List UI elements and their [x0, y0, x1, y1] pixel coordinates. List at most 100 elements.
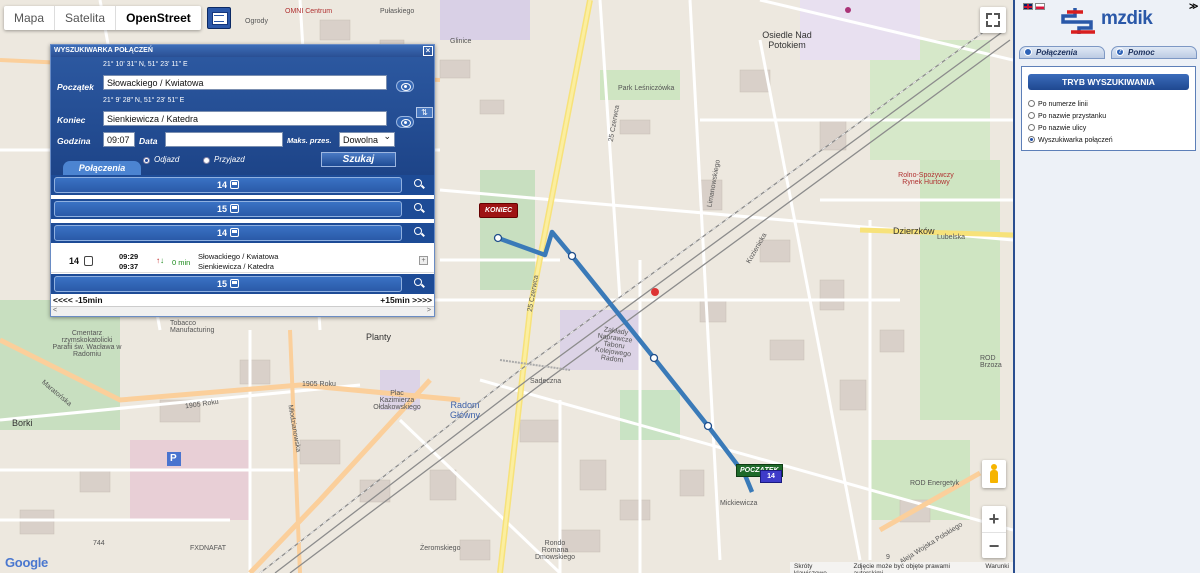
map-canvas[interactable]: OMNI Centrum Ogrody Pułaskiego Osiedle N…: [0, 0, 1013, 573]
mode-option-line[interactable]: Po numerze linii: [1028, 100, 1088, 108]
radio-button[interactable]: [1028, 100, 1035, 107]
tab-connections[interactable]: Połączenia: [63, 161, 141, 175]
show-end-eye-icon[interactable]: [396, 116, 414, 128]
result-line: 14: [216, 180, 227, 190]
search-mode-box: TRYB WYSZUKIWANIA Po numerze linii Po na…: [1021, 66, 1196, 151]
tab-connections-panel[interactable]: Połączenia: [1019, 46, 1105, 59]
mode-label: Po nazwie przystanku: [1038, 113, 1107, 120]
result-line: 14: [216, 228, 227, 238]
magnifier-icon[interactable]: [414, 227, 422, 235]
start-label: Początek: [57, 82, 94, 92]
side-panel: ≫ mzdik Połączenia ? Pomoc TRYB WYSZUKIWA…: [1013, 0, 1200, 573]
result-row[interactable]: 14: [51, 175, 434, 195]
radio-arrive-label: Przyjazd: [214, 155, 245, 164]
result-line: 15: [216, 204, 227, 214]
bus-icon: [230, 204, 239, 213]
map-attribution: Skróty klawiszowe Zdjęcie może być objęt…: [790, 562, 1013, 573]
polish-flag-icon[interactable]: [1035, 3, 1045, 10]
arrival-time: 09:37: [119, 262, 139, 271]
terms-link[interactable]: Warunki: [985, 563, 1009, 572]
transfer-arrows-icon: ↑↓: [156, 256, 164, 265]
end-input[interactable]: Sienkiewicza / Katedra: [103, 111, 387, 126]
departure-time: 09:29: [119, 252, 139, 261]
show-start-eye-icon[interactable]: [396, 80, 414, 92]
start-coordinates: 21° 10' 31" N, 51° 23' 11" E: [103, 61, 188, 68]
google-logo: Google: [5, 555, 48, 570]
time-input[interactable]: 09:07: [103, 132, 135, 147]
tab-help[interactable]: ? Pomoc: [1111, 46, 1197, 59]
result-bar[interactable]: 15: [54, 276, 402, 292]
prev-15min-link[interactable]: <<<< -15min: [53, 295, 103, 305]
bus-icon: [230, 180, 239, 189]
swap-icon[interactable]: ⇅: [416, 107, 433, 118]
english-flag-icon[interactable]: [1023, 3, 1033, 10]
results-list: 14 15 14 14 09:29 09:37 ↑↓ 0 min Słowack…: [51, 175, 434, 295]
result-line: 15: [216, 279, 227, 289]
fullscreen-icon[interactable]: [980, 7, 1006, 33]
keyboard-shortcuts-link[interactable]: Skróty klawiszowe: [794, 563, 845, 573]
language-switcher: [1023, 3, 1045, 10]
start-input[interactable]: Słowackiego / Kwiatowa: [103, 75, 387, 90]
result-row[interactable]: 14: [51, 223, 434, 243]
detail-line: 14: [69, 256, 80, 266]
date-input[interactable]: [165, 132, 283, 147]
time-label: Godzina: [57, 136, 91, 146]
radio-depart[interactable]: [143, 157, 150, 164]
search-mode-title: TRYB WYSZUKIWANIA: [1028, 74, 1189, 90]
zoom-control: + −: [982, 506, 1006, 558]
window-title-bar[interactable]: WYSZUKIWARKA POŁĄCZEŃ ×: [51, 45, 434, 57]
timetable-icon[interactable]: [207, 7, 231, 29]
map-type-satelita[interactable]: Satelita: [54, 6, 115, 30]
result-bar[interactable]: 14: [54, 177, 402, 193]
radio-button[interactable]: [1028, 136, 1035, 143]
mode-option-street[interactable]: Po nazwie ulicy: [1028, 124, 1086, 132]
radio-button[interactable]: [1028, 124, 1035, 131]
date-label: Data: [139, 136, 158, 146]
zoom-in-button[interactable]: +: [982, 506, 1006, 532]
zoom-out-button[interactable]: −: [982, 532, 1006, 558]
connections-icon: [1024, 48, 1032, 56]
search-button[interactable]: Szukaj: [321, 152, 396, 167]
end-marker[interactable]: KONIEC: [479, 203, 519, 218]
paging: <<<< -15min +15min >>>>: [51, 295, 434, 305]
bus-stop-marker[interactable]: 14: [760, 470, 782, 483]
street-view-pegman-icon[interactable]: [982, 460, 1006, 488]
magnifier-icon[interactable]: [414, 278, 422, 286]
end-coordinates: 21° 9' 28" N, 51° 23' 51" E: [103, 97, 185, 104]
result-bar[interactable]: 14: [54, 225, 402, 241]
panel-tabs: Połączenia ? Pomoc: [1019, 46, 1197, 59]
map-type-openstreet[interactable]: OpenStreet: [115, 6, 201, 30]
max-transfers-label: Maks. przes.: [287, 136, 332, 145]
mode-label: Wyszukiwarka połączeń: [1038, 137, 1113, 144]
help-icon: ?: [1116, 48, 1124, 56]
end-label: Koniec: [57, 115, 86, 125]
scroll-left-icon[interactable]: <: [53, 307, 57, 314]
search-form: 21° 10' 31" N, 51° 23' 11" E Początek Sł…: [51, 57, 434, 175]
mode-label: Po nazwie ulicy: [1038, 125, 1087, 132]
horizontal-scrollbar[interactable]: < >: [51, 306, 434, 316]
result-bar[interactable]: 15: [54, 201, 402, 217]
collapse-panel-icon[interactable]: ≫: [1189, 1, 1198, 12]
map-type-mapa[interactable]: Mapa: [4, 6, 54, 30]
radio-depart-label: Odjazd: [154, 155, 180, 164]
tab-label: Pomoc: [1128, 48, 1155, 57]
connection-search-window: WYSZUKIWARKA POŁĄCZEŃ × 21° 10' 31" N, 5…: [50, 44, 435, 317]
magnifier-icon[interactable]: [414, 179, 422, 187]
mode-option-connections[interactable]: Wyszukiwarka połączeń: [1028, 136, 1113, 144]
radio-button[interactable]: [1028, 112, 1035, 119]
mode-option-stop[interactable]: Po nazwie przystanku: [1028, 112, 1106, 120]
result-row[interactable]: 15: [51, 274, 434, 294]
magnifier-icon[interactable]: [414, 203, 422, 211]
expand-button[interactable]: +: [419, 256, 428, 265]
close-icon[interactable]: ×: [423, 46, 433, 56]
next-15min-link[interactable]: +15min >>>>: [380, 295, 432, 305]
map-type-switcher: Mapa Satelita OpenStreet: [4, 6, 201, 30]
window-title: WYSZUKIWARKA POŁĄCZEŃ: [54, 47, 153, 54]
bus-icon: [230, 279, 239, 288]
radio-arrive[interactable]: [203, 157, 210, 164]
scroll-right-icon[interactable]: >: [427, 307, 431, 314]
max-transfers-select[interactable]: Dowolna: [339, 130, 395, 147]
bus-icon: [84, 256, 93, 266]
from-stop: Słowackiego / Kwiatowa: [198, 252, 279, 261]
result-row[interactable]: 15: [51, 199, 434, 219]
